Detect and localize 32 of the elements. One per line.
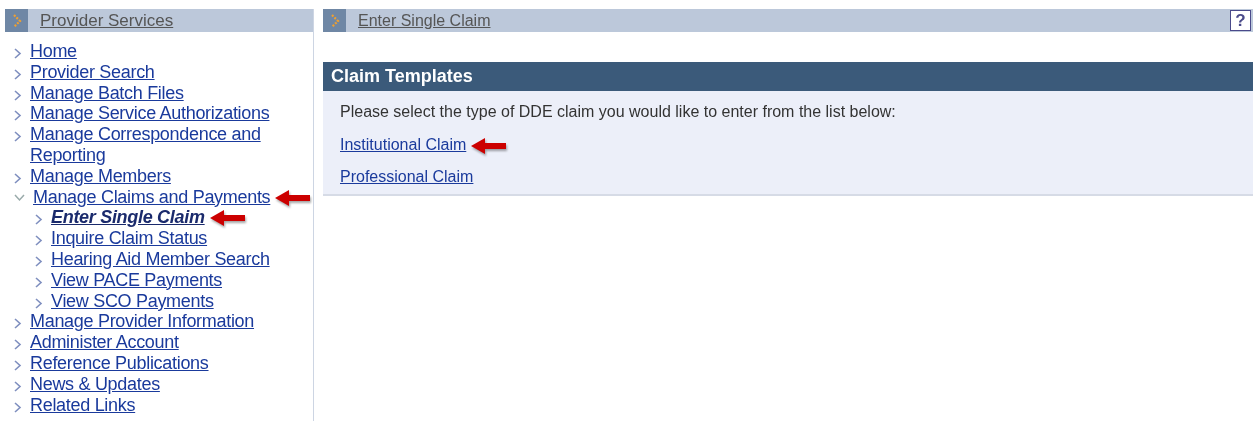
nav-link[interactable]: Provider Search (30, 61, 155, 83)
chevron-right-icon (35, 297, 43, 309)
nav-link[interactable]: News & Updates (30, 373, 160, 395)
chevron-right-icon (35, 235, 43, 247)
chevron-right-icon (35, 276, 43, 288)
nav-link[interactable]: View SCO Payments (51, 290, 214, 312)
panel-title: Claim Templates (323, 62, 1253, 91)
nav-link[interactable]: Manage Claims and Payments (33, 186, 271, 208)
instruction-text: Please select the type of DDE claim you would like to enter from the list below: (340, 103, 897, 121)
nav-link[interactable]: View PACE Payments (51, 269, 222, 291)
nav-link[interactable]: Manage Service Authorizations (30, 103, 270, 125)
nav-link[interactable]: Administer Account (30, 332, 179, 353)
chevron-down-icon[interactable] (14, 193, 25, 202)
nav-link[interactable]: Home (30, 41, 77, 62)
chevron-icon (323, 9, 346, 32)
claim-link[interactable]: Professional Claim (340, 168, 474, 186)
chevron-right-icon (35, 255, 43, 267)
chevron-icon (5, 9, 28, 32)
claim-link[interactable]: Institutional Claim (340, 136, 467, 154)
nav-link[interactable]: Manage Members (30, 165, 171, 187)
nav-link[interactable]: Inquire Claim Status (51, 228, 208, 249)
chevron-right-icon (35, 214, 43, 226)
nav-link[interactable]: Related Links (30, 394, 136, 416)
nav-link[interactable]: Manage Correspondence and Reporting (30, 124, 313, 166)
breadcrumb-link[interactable]: Enter Single Claim (358, 11, 491, 30)
nav-link[interactable]: Reference Publications (30, 352, 209, 374)
nav-link[interactable]: Hearing Aid Member Search (51, 248, 270, 270)
help-button[interactable]: ? (1230, 10, 1251, 31)
sidebar-title[interactable]: Provider Services (40, 10, 174, 31)
nav-link[interactable]: Manage Batch Files (30, 82, 184, 104)
nav-link[interactable]: Manage Provider Information (30, 311, 255, 333)
nav-link[interactable]: Enter Single Claim (51, 207, 205, 229)
